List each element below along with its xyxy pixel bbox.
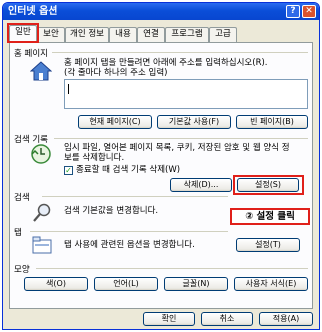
use-blank-button[interactable]: 빈 페이지(B) xyxy=(236,115,308,129)
tabs-separator xyxy=(30,231,228,232)
tabs-settings-button[interactable]: 설정(T) xyxy=(236,238,300,252)
tab-programs[interactable]: 프로그램 xyxy=(165,27,209,42)
apply-button[interactable]: 적용(A) xyxy=(259,312,313,326)
search-separator xyxy=(42,196,228,197)
delete-on-exit-label: 종료할 때 검색 기록 삭제(W) xyxy=(76,165,181,175)
tabs-heading: 탭 xyxy=(14,228,22,238)
house-icon xyxy=(30,61,52,81)
tab-security[interactable]: 보안 xyxy=(37,27,65,42)
home-desc-line2: (각 줄마다 하나의 주소 입력) xyxy=(64,68,168,78)
search-desc: 검색 기본값을 변경합니다. xyxy=(64,206,159,216)
tabs-icon xyxy=(32,236,52,254)
languages-button[interactable]: 언어(L) xyxy=(94,277,158,291)
settings-highlight xyxy=(233,175,304,195)
title-bar: 인터넷 옵션 ? ✕ xyxy=(3,3,319,20)
general-panel: 홈 페이지 홈 페이지 탭을 만들려면 아래에 주소를 입력하십시오(R). (… xyxy=(9,42,313,309)
tab-content[interactable]: 내용 xyxy=(109,27,137,42)
tab-connections[interactable]: 연결 xyxy=(137,27,165,42)
ok-button[interactable]: 확인 xyxy=(143,312,195,326)
colors-button[interactable]: 색(O) xyxy=(24,277,88,291)
tab-strip: 일반 보안 개인 정보 내용 연결 프로그램 고급 xyxy=(9,25,309,42)
cancel-button[interactable]: 취소 xyxy=(201,312,253,326)
delete-history-button[interactable]: 삭제(D)... xyxy=(170,178,232,192)
instruction-callout: ② 설정 클릭 xyxy=(230,208,310,225)
window-title: 인터넷 옵션 xyxy=(8,6,58,17)
search-heading: 검색 xyxy=(14,193,30,203)
internet-options-window: 인터넷 옵션 ? ✕ 일반 보안 개인 정보 내용 연결 프로그램 고급 홈 페… xyxy=(2,2,320,330)
tab-advanced[interactable]: 고급 xyxy=(209,27,237,42)
appearance-heading: 모양 xyxy=(14,265,30,275)
home-separator xyxy=(52,52,308,53)
search-icon xyxy=(33,203,51,222)
history-desc-line1: 임시 파일, 열어본 페이지 목록, 쿠키, 저장된 암호 및 웹 양식 정 xyxy=(64,143,290,153)
appearance-separator xyxy=(36,268,308,269)
home-page-input[interactable] xyxy=(64,79,308,109)
tabs-desc: 탭 사용에 관련된 옵션을 변경합니다. xyxy=(64,240,195,250)
use-default-button[interactable]: 기본값 사용(F) xyxy=(157,115,231,129)
history-separator xyxy=(54,138,308,139)
home-heading: 홈 페이지 xyxy=(14,49,48,59)
help-button[interactable]: ? xyxy=(286,5,300,18)
fonts-button[interactable]: 글꼴(N) xyxy=(164,277,228,291)
text-cursor xyxy=(68,84,69,94)
delete-on-exit-checkbox[interactable]: ✓ xyxy=(64,166,73,175)
close-button[interactable]: ✕ xyxy=(302,5,316,18)
home-desc-line1: 홈 페이지 탭을 만들려면 아래에 주소를 입력하십시오(R). xyxy=(64,58,268,68)
tab-privacy[interactable]: 개인 정보 xyxy=(65,27,109,42)
general-tab-highlight xyxy=(7,23,39,43)
accessibility-button[interactable]: 사용자 서식(E) xyxy=(234,277,308,291)
use-current-button[interactable]: 현재 페이지(C) xyxy=(78,115,152,129)
history-icon xyxy=(31,144,51,164)
history-desc-line2: 보를 삭제합니다. xyxy=(64,153,125,163)
